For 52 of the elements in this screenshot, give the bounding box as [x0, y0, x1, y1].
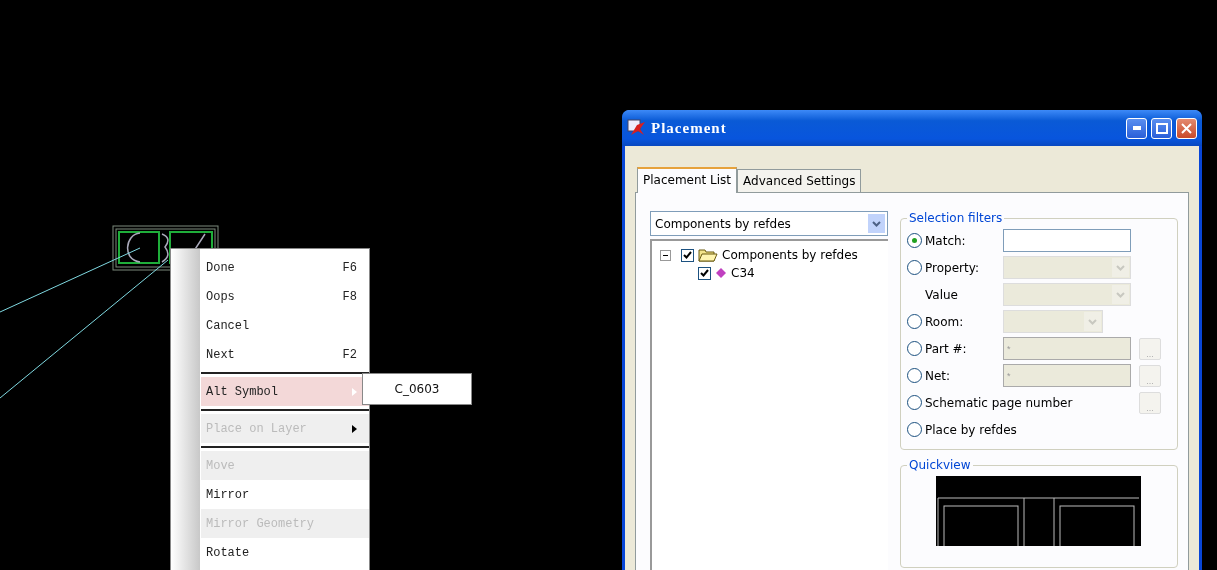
- radio-button[interactable]: [907, 260, 922, 275]
- radio-label: Schematic page number: [925, 395, 1073, 410]
- tab[interactable]: Advanced Settings: [737, 169, 862, 192]
- checkbox[interactable]: [681, 248, 694, 262]
- radio-button[interactable]: [907, 341, 922, 356]
- radio-button[interactable]: [907, 233, 922, 248]
- menu-item[interactable]: Done F6: [201, 253, 369, 282]
- list-mode-dropdown[interactable]: Components by refdes: [650, 211, 888, 236]
- radio-label: Place by refdes: [925, 422, 1017, 437]
- group-title: Quickview: [908, 458, 972, 472]
- radio-button[interactable]: [907, 395, 922, 410]
- radio-label: Room:: [925, 314, 964, 329]
- tree-item-label[interactable]: C34: [731, 266, 755, 280]
- chevron-down-icon: [872, 220, 881, 227]
- checkbox[interactable]: [698, 266, 711, 280]
- tab[interactable]: Placement List: [637, 167, 738, 193]
- close-icon: [1181, 122, 1192, 134]
- radio-label: Net:: [925, 368, 951, 383]
- minimize-icon: [1132, 126, 1141, 130]
- maximize-button[interactable]: [1151, 117, 1172, 139]
- menu-item[interactable]: Rotate: [201, 538, 369, 567]
- submenu-arrow-icon: [352, 387, 357, 396]
- tree-item-label[interactable]: Components by refdes: [722, 248, 858, 262]
- radio-label: Part #:: [925, 341, 967, 356]
- menu-item[interactable]: Mirror: [201, 480, 369, 509]
- field-label: Value: [925, 287, 958, 302]
- menu-item[interactable]: Alt Symbol: [201, 377, 369, 406]
- collapse-toggle-icon[interactable]: [660, 249, 671, 261]
- group-title: Selection filters: [908, 211, 1004, 225]
- menu-item[interactable]: Next F2: [201, 340, 369, 369]
- chevron-down-icon: [1116, 291, 1125, 298]
- radio-label: Match:: [925, 233, 966, 248]
- menu-item[interactable]: C_0603: [363, 374, 471, 404]
- check-icon: [700, 269, 709, 277]
- radio-button[interactable]: [907, 314, 922, 329]
- chevron-down-icon: [1116, 264, 1125, 271]
- submenu-arrow-icon: [352, 424, 357, 433]
- menu-item[interactable]: Cancel: [201, 311, 369, 340]
- folder-icon: [698, 248, 718, 262]
- maximize-icon: [1155, 122, 1168, 134]
- close-button[interactable]: [1176, 117, 1197, 139]
- app-icon: [627, 119, 647, 137]
- radio-label: Property:: [925, 260, 979, 275]
- chevron-down-icon: [1088, 318, 1097, 325]
- radio-button[interactable]: [907, 368, 922, 383]
- radio-button[interactable]: [907, 422, 922, 437]
- check-icon: [683, 251, 692, 259]
- diamond-icon: [715, 267, 727, 279]
- menu-item[interactable]: Oops F8: [201, 282, 369, 311]
- minimize-button[interactable]: [1126, 117, 1147, 139]
- text-field[interactable]: [1003, 229, 1131, 252]
- window-title: Placement: [651, 119, 728, 137]
